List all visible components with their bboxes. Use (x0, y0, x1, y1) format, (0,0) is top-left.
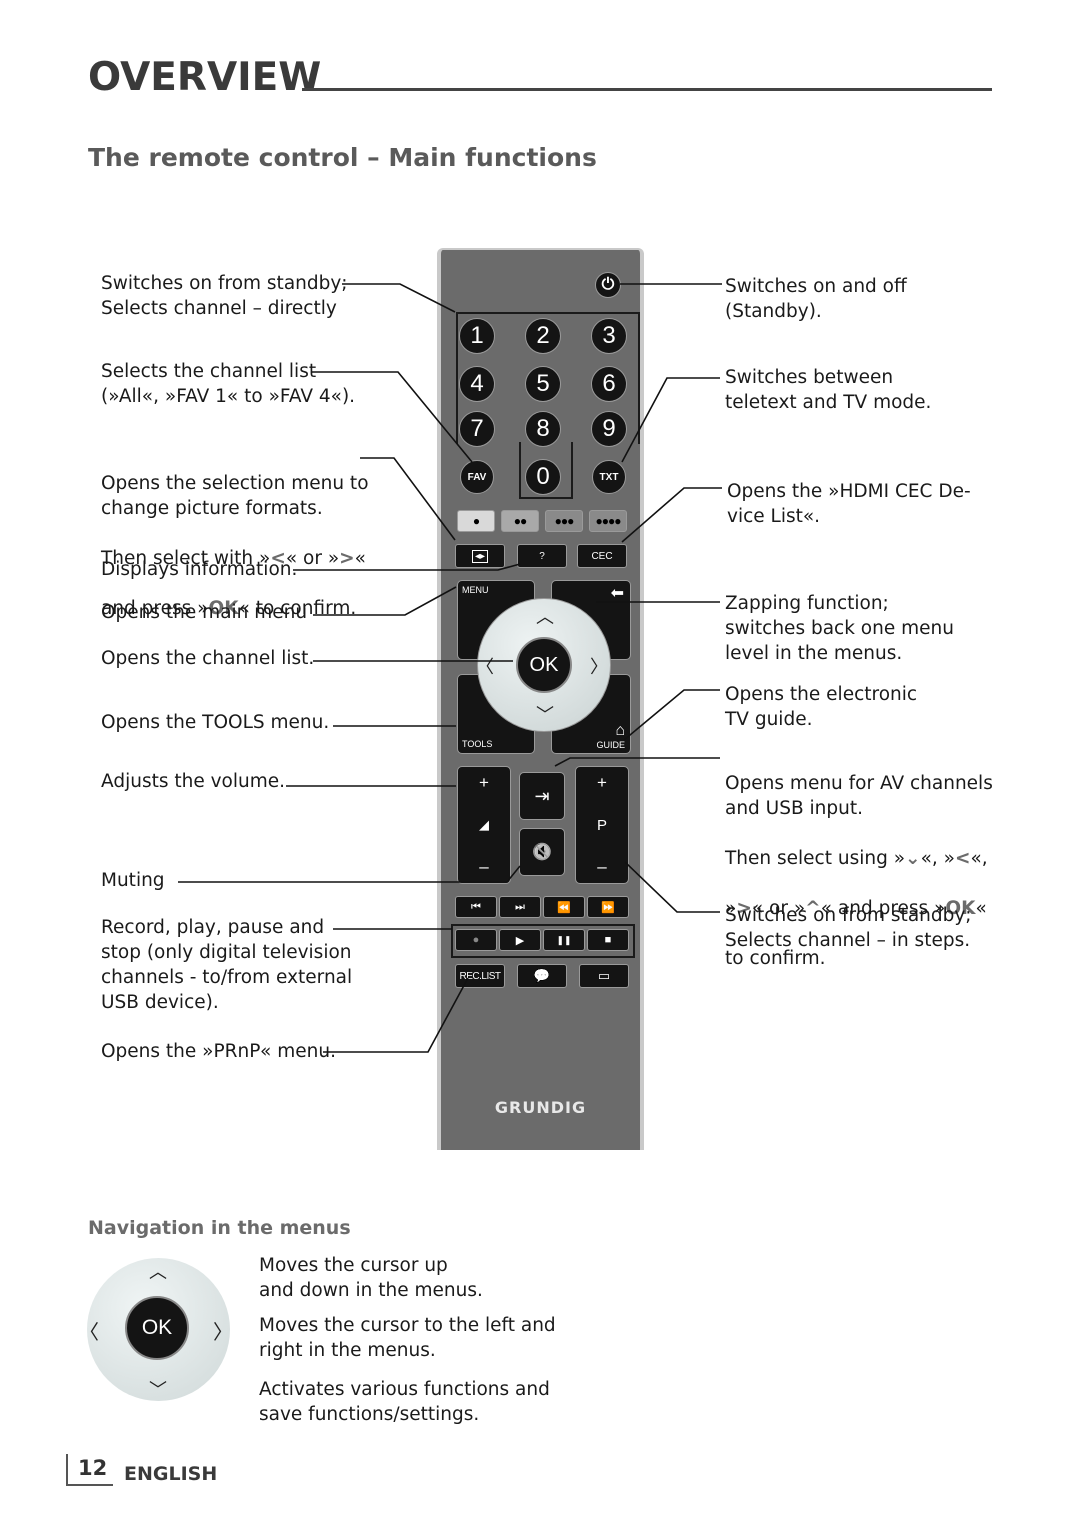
nav-item-up-down: Moves the cursor up and down in the menu… (259, 1255, 483, 1301)
leader-muting (178, 865, 521, 883)
navigation-pad-illustration: ︿ ﹀ 〈 〉 OK (79, 1258, 233, 1401)
nav-item-ok: Activates various functions and save fun… (259, 1379, 550, 1425)
leader-epg (623, 689, 720, 741)
leader-prnp (323, 977, 469, 1053)
leader-channel-list-select (312, 371, 473, 463)
leader-info (293, 563, 521, 571)
leader-teletext (621, 377, 720, 463)
nav-down-icon: ﹀ (149, 1380, 167, 1401)
nav-ok-icon: OK (125, 1296, 189, 1360)
leader-standby-direct (342, 283, 456, 313)
nav-up-icon: ︿ (149, 1262, 167, 1283)
nav-left-icon: 〈 (79, 1320, 99, 1344)
nav-right-icon: 〉 (213, 1320, 233, 1344)
leader-channel-steps (624, 861, 720, 913)
page-number: 12 (66, 1454, 114, 1486)
leader-av-usb (554, 757, 720, 767)
language-label: ENGLISH (124, 1463, 218, 1485)
nav-item-left-right: Moves the cursor to the left and right i… (259, 1315, 556, 1361)
navigation-title: Navigation in the menus (88, 1217, 351, 1239)
leader-main-menu (313, 586, 457, 616)
leader-hdmi (621, 487, 722, 543)
leader-picture-format (360, 457, 456, 541)
